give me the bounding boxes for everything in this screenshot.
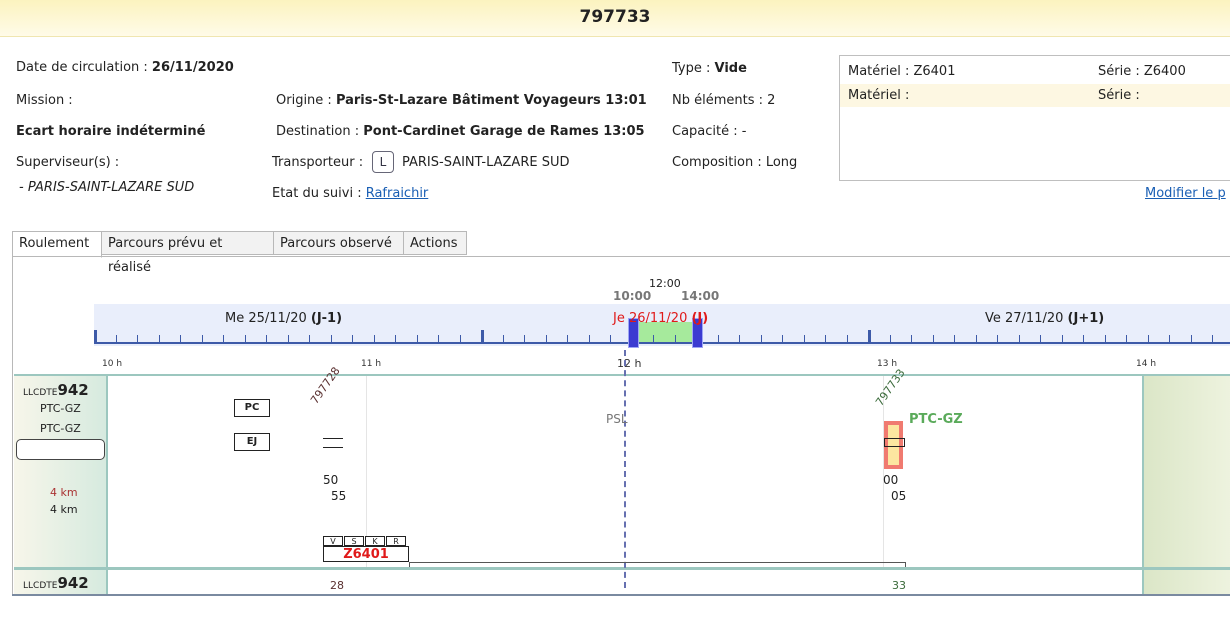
row-station-1: PTC-GZ	[40, 402, 81, 415]
origine-label: Origine :	[276, 93, 336, 108]
day-date: Ve 27/11/20	[985, 311, 1068, 326]
train-number-title: 797733	[579, 7, 651, 27]
nb-elements: Nb éléments : 2	[672, 93, 776, 108]
day-rel: (J-1)	[310, 311, 343, 326]
station-ptc-gz: PTC-GZ	[909, 412, 963, 427]
material-row: Matériel : Série :	[840, 84, 1230, 107]
tab-panel-border-left	[12, 256, 13, 596]
timeline-mid-time: 12:00	[649, 277, 681, 290]
day-rel: (J)	[691, 311, 709, 326]
row-input[interactable]	[16, 439, 105, 460]
unit-occupation-bar	[409, 562, 906, 567]
material-row: Matériel : Z6401 Série : Z6400	[840, 60, 1230, 83]
serie-cell: Série :	[1098, 88, 1140, 103]
materiel-cell: Matériel :	[848, 88, 910, 103]
row-number: 942	[57, 381, 89, 399]
row-number: 942	[57, 574, 89, 592]
timeline-day-current[interactable]: Je 26/11/20 (J)	[613, 311, 708, 326]
vskr-cell-r: R	[386, 536, 406, 546]
tab-actions[interactable]: Actions	[403, 231, 467, 255]
vskr-cell-s: S	[344, 536, 364, 546]
type-value: Vide	[714, 61, 747, 76]
modifier-link[interactable]: Modifier le p	[1145, 186, 1226, 201]
arrival-minutes: 50	[323, 473, 339, 487]
tab-panel-border	[12, 256, 1230, 257]
train-segment-icon	[884, 438, 905, 447]
unit-block[interactable]: V S K R Z6401	[323, 536, 409, 562]
date-circulation: Date de circulation : 26/11/2020	[16, 60, 234, 75]
timeline-day-prev[interactable]: Me 25/11/20 (J-1)	[225, 311, 342, 326]
transporteur-label: Transporteur :	[272, 155, 364, 170]
transporteur-value: PARIS-SAINT-LAZARE SUD	[402, 155, 570, 170]
vskr-cell-v: V	[323, 536, 343, 546]
train-segment-icon[interactable]	[323, 438, 343, 448]
row-id: LLCDTE942	[23, 380, 89, 399]
superviseur-label: Superviseur(s) :	[16, 155, 120, 170]
rafraichir-link[interactable]: Rafraichir	[366, 186, 429, 201]
destination-label: Destination :	[276, 124, 364, 139]
hour-label: 10 h	[102, 359, 123, 369]
type: Type : Vide	[672, 61, 747, 76]
row-prefix: LLCDTE	[23, 581, 58, 591]
ecart-horaire: Ecart horaire indéterminé	[16, 124, 206, 139]
row-station-2: PTC-GZ	[40, 422, 81, 435]
unit-code: Z6401	[323, 546, 409, 562]
capacite: Capacité : -	[672, 124, 747, 139]
transporteur-line-icon: L	[372, 151, 394, 173]
materiel-cell: Matériel : Z6401	[848, 64, 956, 79]
vskr-cell-k: K	[365, 536, 385, 546]
station-psl: PSL	[606, 412, 628, 426]
timeline-day-next[interactable]: Ve 27/11/20 (J+1)	[985, 311, 1104, 326]
title-bar: 797733	[0, 0, 1230, 37]
type-label: Type :	[672, 61, 715, 76]
timeline-start-time: 10:00	[613, 289, 652, 303]
row-id: LLCDTE942	[23, 573, 89, 592]
mission-label: Mission :	[16, 93, 73, 108]
train-label-partial: 33	[892, 579, 906, 592]
arrival-minutes: 00	[883, 473, 899, 487]
day-date: Je 26/11/20	[613, 311, 692, 326]
origine-value: Paris-St-Lazare Bâtiment Voyageurs 13:01	[335, 93, 647, 108]
hour-label: 12 h	[617, 357, 642, 370]
tab-parcours-observe[interactable]: Parcours observé	[273, 231, 404, 255]
date-label: Date de circulation :	[16, 60, 152, 75]
ej-button[interactable]: EJ	[234, 433, 270, 451]
hour-label: 14 h	[1136, 359, 1157, 369]
tab-parcours-prevu[interactable]: Parcours prévu et réalisé	[101, 231, 274, 275]
km-planned: 4 km	[50, 486, 78, 499]
hour-label: 11 h	[361, 359, 382, 369]
material-box: Matériel : Z6401 Série : Z6400 Matériel …	[839, 55, 1230, 181]
departure-minutes: 55	[331, 489, 347, 503]
superviseur-value: - PARIS-SAINT-LAZARE SUD	[19, 180, 195, 195]
date-value: 26/11/2020	[151, 60, 234, 75]
current-time-line	[624, 350, 626, 588]
row-prefix: LLCDTE	[23, 388, 58, 398]
roulement-grid	[14, 374, 1230, 570]
train-label-partial: 28	[330, 579, 344, 592]
composition: Composition : Long	[672, 155, 798, 170]
next-day-column	[1142, 376, 1230, 594]
etat-label: Etat du suivi :	[272, 186, 366, 201]
hour-label: 13 h	[877, 359, 898, 369]
timeline-end-time: 14:00	[681, 289, 720, 303]
etat-suivi: Etat du suivi : Rafraichir	[272, 186, 428, 201]
day-rel: (J+1)	[1067, 311, 1105, 326]
departure-minutes: 05	[891, 489, 907, 503]
current-train-highlight[interactable]	[884, 421, 905, 469]
km-actual: 4 km	[50, 503, 78, 516]
origine: Origine : Paris-St-Lazare Bâtiment Voyag…	[276, 93, 647, 108]
destination: Destination : Pont-Cardinet Garage de Ra…	[276, 124, 645, 139]
pc-button[interactable]: PC	[234, 399, 270, 417]
day-date: Me 25/11/20	[225, 311, 311, 326]
tab-roulement[interactable]: Roulement	[12, 231, 102, 258]
destination-value: Pont-Cardinet Garage de Rames 13:05	[363, 124, 645, 139]
row-separator	[14, 567, 1230, 570]
serie-cell: Série : Z6400	[1098, 64, 1186, 79]
timeline-ruler	[94, 342, 1230, 344]
panel-bottom-border	[12, 594, 1230, 596]
